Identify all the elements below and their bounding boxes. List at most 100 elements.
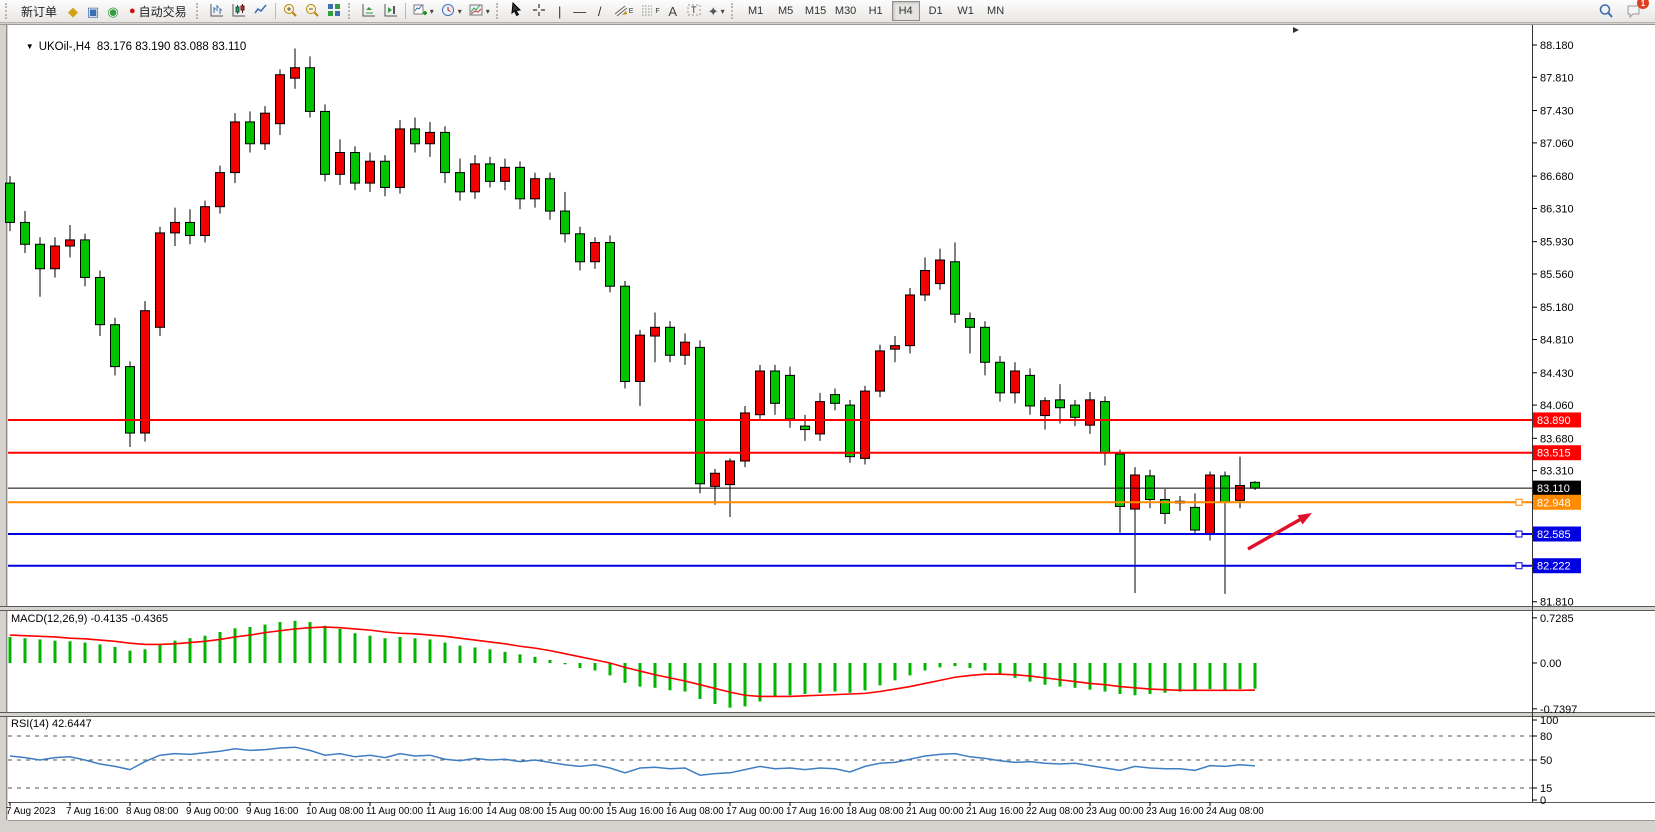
zoom-out-icon [304, 2, 320, 21]
new-order-icon: ◆ [68, 5, 78, 18]
periods-icon[interactable]: ▾ [437, 1, 465, 21]
toolbar-grip [731, 3, 738, 19]
svg-text:T: T [691, 5, 697, 15]
trendline-icon[interactable]: / [590, 1, 610, 21]
svg-text:85.560: 85.560 [1540, 269, 1574, 281]
svg-text:86.310: 86.310 [1540, 203, 1574, 215]
templates-icon[interactable]: ▾ [465, 1, 493, 21]
bar-chart-icon [209, 2, 225, 21]
timeframe-button-m15[interactable]: M15 [802, 1, 830, 21]
timeframe-button-h4[interactable]: H4 [892, 1, 920, 21]
svg-text:85.930: 85.930 [1540, 237, 1574, 249]
svg-text:88.180: 88.180 [1540, 40, 1574, 52]
new-order-button[interactable]: 新订单 [15, 1, 63, 21]
svg-text:17 Aug 16:00: 17 Aug 16:00 [786, 806, 844, 817]
fibonacci-icon[interactable]: F [636, 1, 662, 21]
text-label-icon[interactable]: T [683, 1, 705, 21]
toolbar-separator [275, 3, 276, 19]
svg-text:7 Aug 16:00: 7 Aug 16:00 [66, 806, 119, 817]
rsi-indicator-label: RSI(14) 42.6447 [11, 718, 92, 730]
chart-canvas[interactable]: 88.18087.81087.43087.06086.68086.31085.9… [0, 0, 1655, 832]
svg-text:7 Aug 2023: 7 Aug 2023 [6, 806, 56, 817]
chart-symbol-period: UKOil-,H4 [39, 41, 91, 53]
timeframe-button-m5[interactable]: M5 [772, 1, 800, 21]
svg-text:15 Aug 16:00: 15 Aug 16:00 [606, 806, 664, 817]
svg-text:23 Aug 16:00: 23 Aug 16:00 [1146, 806, 1204, 817]
svg-text:9 Aug 16:00: 9 Aug 16:00 [246, 806, 299, 817]
vertical-line-icon[interactable]: | [550, 1, 570, 21]
svg-text:24 Aug 08:00: 24 Aug 08:00 [1206, 806, 1264, 817]
candlestick-chart-icon [231, 2, 247, 21]
chart-shift-icon[interactable] [380, 1, 402, 21]
new-order-icon[interactable]: ◆ [63, 1, 83, 21]
price-level-badge-value: 83.515 [1537, 448, 1571, 460]
signal-icon[interactable]: ◉ [103, 1, 123, 21]
signal-icon: ◉ [107, 5, 118, 18]
price-level-badge-value: 82.222 [1537, 561, 1571, 573]
zoom-in-icon[interactable] [279, 1, 301, 21]
line-chart-icon[interactable] [250, 1, 272, 21]
text-icon[interactable]: A [663, 1, 683, 21]
horizontal-line-icon[interactable]: — [570, 1, 590, 21]
tile-windows-icon [326, 2, 342, 21]
timeframe-button-m30[interactable]: M30 [832, 1, 860, 21]
macd-axis-label: 0.00 [1540, 658, 1561, 670]
zoom-in-icon [282, 2, 298, 21]
svg-text:81.810: 81.810 [1540, 597, 1574, 609]
fibonacci-icon [639, 2, 655, 21]
line-handle[interactable] [1516, 563, 1522, 569]
zoom-out-icon[interactable] [301, 1, 323, 21]
price-level-badge-value: 82.948 [1537, 497, 1571, 509]
svg-text:83.680: 83.680 [1540, 433, 1574, 445]
candlestick-chart-icon[interactable] [228, 1, 250, 21]
toolbar-separator [405, 3, 406, 19]
templates-icon [468, 2, 484, 21]
svg-text:11 Aug 00:00: 11 Aug 00:00 [366, 806, 424, 817]
line-handle[interactable] [1516, 499, 1522, 505]
timeframe-button-w1[interactable]: W1 [952, 1, 980, 21]
chevron-down-icon[interactable]: ▾ [458, 7, 462, 16]
toolbar-grip [196, 3, 203, 19]
line-handle[interactable] [1516, 531, 1522, 537]
cursor-icon[interactable] [506, 1, 528, 21]
price-level-badge-value: 83.110 [1537, 483, 1570, 495]
svg-text:87.430: 87.430 [1540, 106, 1574, 118]
toolbar-grip [348, 3, 355, 19]
svg-text:22 Aug 08:00: 22 Aug 08:00 [1026, 806, 1084, 817]
equidistant-channel-icon-sub-label: E [629, 8, 634, 15]
svg-text:15 Aug 00:00: 15 Aug 00:00 [546, 806, 604, 817]
autotrading-button[interactable]: ●自动交易 [123, 1, 193, 21]
auto-scroll-icon[interactable] [358, 1, 380, 21]
search-icon[interactable] [1595, 1, 1617, 21]
chart-ohlc-values: 83.176 83.190 83.088 83.110 [97, 41, 246, 53]
svg-text:87.060: 87.060 [1540, 138, 1574, 150]
chart-menu-arrow-icon[interactable]: ▼ [26, 42, 34, 51]
horizontal-line-icon: — [573, 5, 586, 18]
rsi-axis-label: 15 [1540, 783, 1552, 795]
svg-text:11 Aug 16:00: 11 Aug 16:00 [426, 806, 484, 817]
timeframe-button-d1[interactable]: D1 [922, 1, 950, 21]
svg-text:84.430: 84.430 [1540, 368, 1574, 380]
timeframe-button-m1[interactable]: M1 [742, 1, 770, 21]
indicators-icon[interactable]: ▾ [409, 1, 437, 21]
notifications-icon[interactable]: 1 [1623, 1, 1645, 21]
chevron-down-icon[interactable]: ▾ [430, 7, 434, 16]
arrows-icon[interactable]: ✦▾ [705, 1, 728, 21]
timeframe-button-h1[interactable]: H1 [862, 1, 890, 21]
macd-axis-label: 0.7285 [1540, 613, 1574, 625]
chevron-down-icon[interactable]: ▾ [721, 7, 725, 16]
timeframe-button-mn[interactable]: MN [982, 1, 1010, 21]
svg-text:10 Aug 08:00: 10 Aug 08:00 [306, 806, 364, 817]
svg-text:18 Aug 08:00: 18 Aug 08:00 [846, 806, 904, 817]
charts-window-icon[interactable]: ▣ [83, 1, 103, 21]
chevron-down-icon[interactable]: ▾ [486, 7, 490, 16]
chart-header: ▼ UKOil-,H4 83.176 83.190 83.088 83.110 [13, 29, 246, 65]
equidistant-channel-icon[interactable]: E [610, 1, 637, 21]
bar-chart-icon[interactable] [206, 1, 228, 21]
macd-indicator-label: MACD(12,26,9) -0.4135 -0.4365 [11, 613, 168, 625]
crosshair-icon[interactable] [528, 1, 550, 21]
tile-windows-icon[interactable] [323, 1, 345, 21]
periods-icon [440, 2, 456, 21]
svg-text:87.810: 87.810 [1540, 72, 1574, 84]
charts-window-icon: ▣ [87, 5, 99, 18]
